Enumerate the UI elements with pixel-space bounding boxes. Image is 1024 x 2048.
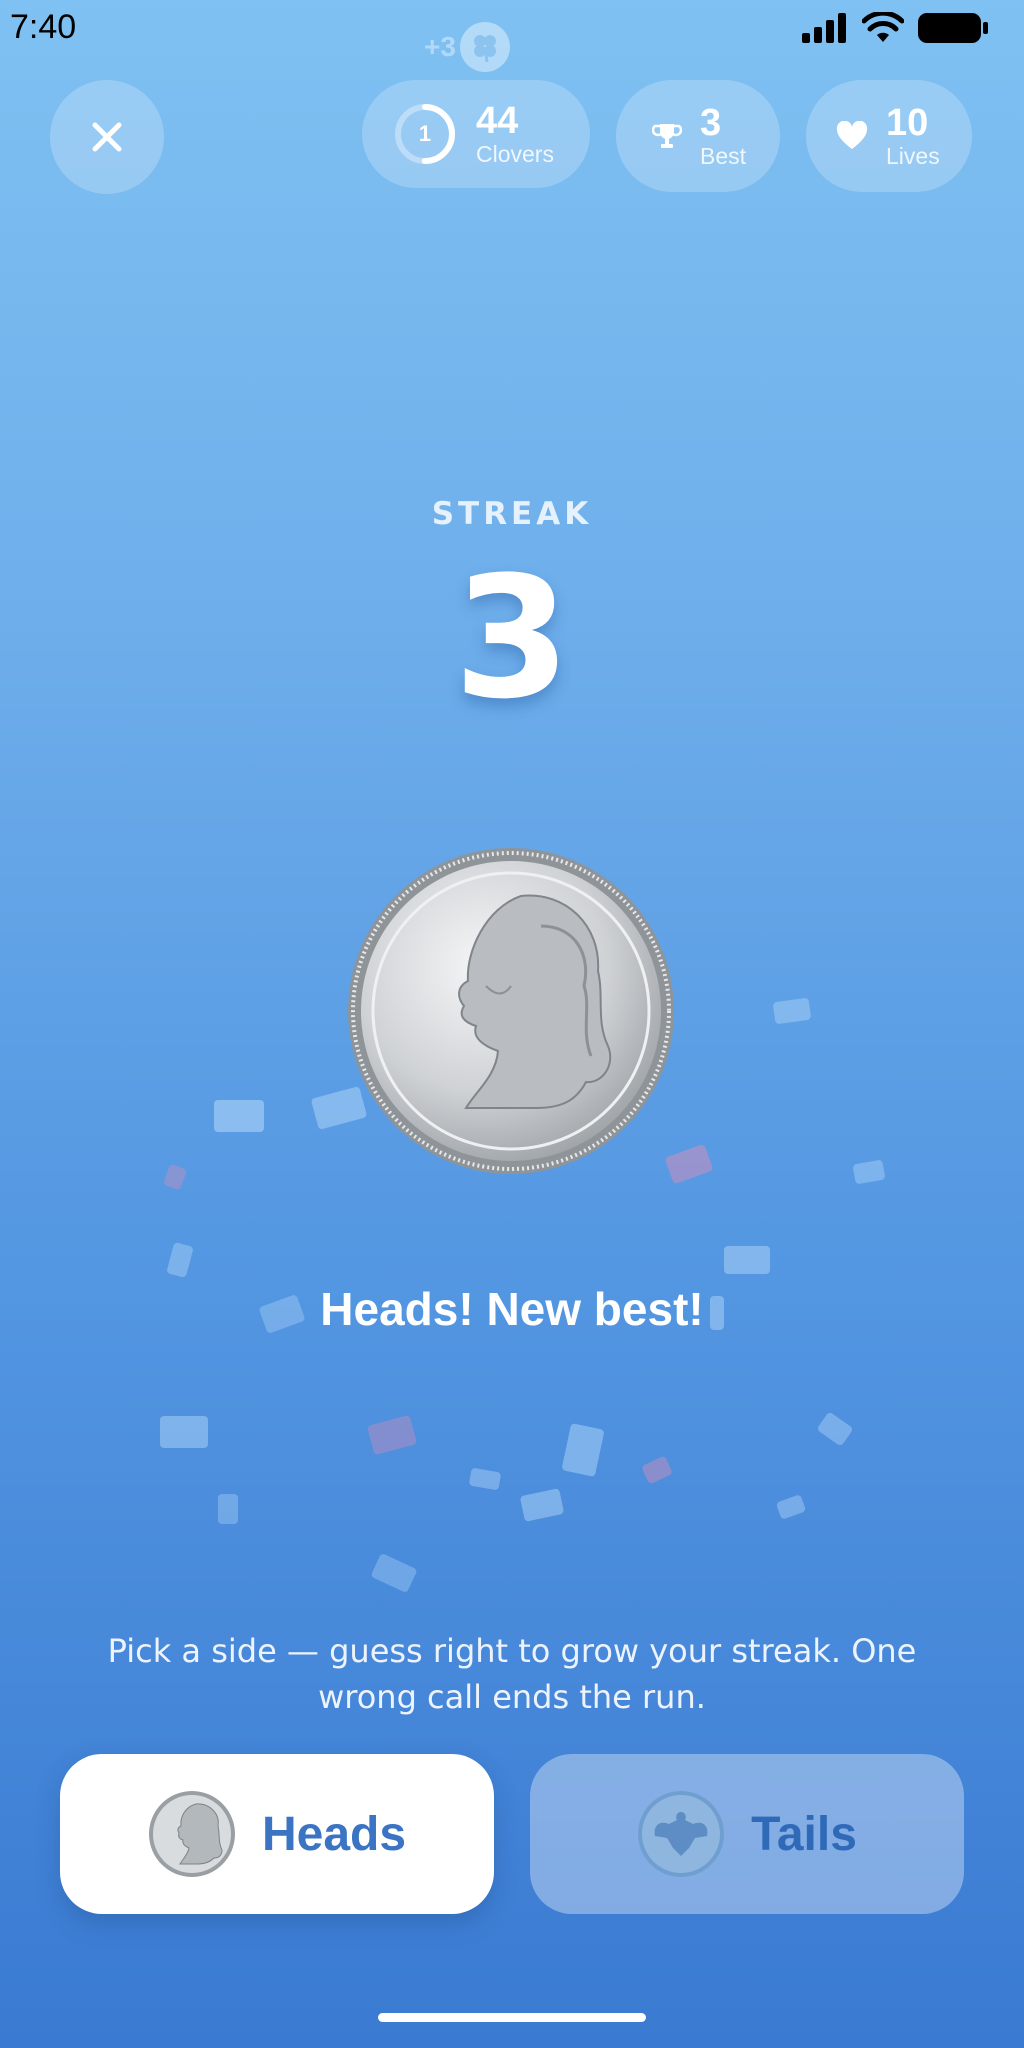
- heart-icon: [836, 121, 868, 149]
- confetti-piece: [366, 1414, 418, 1456]
- confetti-piece: [772, 997, 812, 1025]
- best-counter: 3 Best: [616, 80, 780, 192]
- confetti-piece: [160, 1416, 208, 1448]
- clover-reward-float: +3: [424, 22, 510, 72]
- confetti-piece: [214, 1100, 264, 1132]
- best-count: 3: [700, 102, 722, 144]
- tails-button[interactable]: Tails: [530, 1754, 964, 1914]
- heads-label: Heads: [261, 1807, 407, 1861]
- battery-icon: [918, 13, 988, 43]
- confetti-piece: [519, 1488, 565, 1522]
- status-time: 7:40: [10, 8, 77, 46]
- clover-ring-value: 1: [418, 121, 432, 146]
- confetti-piece: [852, 1159, 886, 1185]
- clovers-label: Clovers: [476, 141, 554, 167]
- close-icon: [92, 122, 122, 152]
- coin-heads: [348, 848, 674, 1174]
- clovers-counter: 1 44 Clovers: [362, 80, 590, 188]
- confetti-piece: [775, 1494, 807, 1520]
- confetti-piece: [218, 1494, 238, 1524]
- streak-value: 3: [453, 540, 571, 736]
- clovers-count: 44: [476, 100, 519, 142]
- tails-coin-icon: [638, 1791, 725, 1877]
- lives-count: 10: [886, 102, 929, 144]
- lives-label: Lives: [886, 143, 940, 169]
- status-icons: [802, 12, 988, 44]
- confetti-piece: [561, 1422, 605, 1478]
- lives-counter: 10 Lives: [806, 80, 972, 192]
- streak-label: STREAK: [431, 496, 593, 532]
- result-text: Heads! New best!: [320, 1283, 704, 1335]
- confetti-piece: [724, 1246, 770, 1274]
- home-indicator[interactable]: [378, 2013, 646, 2022]
- confetti-piece: [166, 1241, 194, 1279]
- confetti-piece: [816, 1411, 854, 1447]
- heads-coin-icon: [148, 1791, 235, 1877]
- clover-progress-ring: 1: [392, 101, 458, 167]
- confetti-piece: [640, 1455, 674, 1485]
- reward-amount: +3: [424, 31, 456, 62]
- tails-label: Tails: [751, 1807, 857, 1861]
- confetti-piece: [370, 1552, 418, 1594]
- wifi-icon: [862, 12, 904, 42]
- confetti-piece: [468, 1467, 502, 1491]
- confetti-piece: [162, 1163, 188, 1191]
- trophy-icon: [652, 124, 682, 148]
- status-bar: 7:40: [0, 0, 1024, 56]
- hint-text: Pick a side — guess right to grow your s…: [107, 1632, 917, 1716]
- signal-icon: [802, 13, 846, 43]
- best-label: Best: [700, 143, 747, 169]
- close-button[interactable]: [50, 80, 164, 194]
- heads-button[interactable]: Heads: [60, 1754, 494, 1914]
- clover-icon: [459, 22, 510, 72]
